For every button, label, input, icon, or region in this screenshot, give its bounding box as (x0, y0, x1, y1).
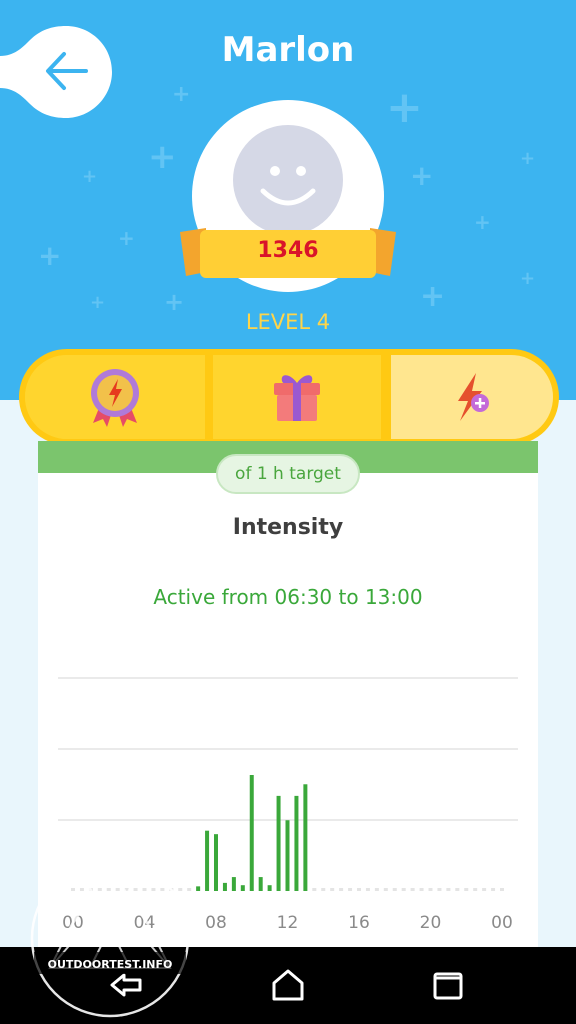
nav-home-icon (272, 969, 304, 1001)
baseline-dot (455, 888, 460, 891)
nav-home-button[interactable] (268, 965, 308, 1005)
intensity-bar-12 (303, 784, 308, 891)
baseline-dot (473, 888, 478, 891)
watermark-logo-icon: OUTDOORTEST.INFO (30, 858, 190, 1018)
baseline-dot (383, 888, 388, 891)
decor-plus-icon: + (38, 239, 62, 272)
decor-plus-icon: + (474, 210, 491, 234)
baseline-dot (330, 888, 335, 891)
baseline-dot (339, 888, 344, 891)
baseline-dot (482, 888, 487, 891)
baseline-dot (401, 888, 406, 891)
baseline-dot (357, 888, 361, 891)
intensity-bar-10 (285, 820, 290, 891)
intensity-bar-1 (205, 830, 210, 891)
x-tick-label: 16 (348, 913, 370, 933)
decor-plus-icon: + (410, 159, 434, 192)
baseline-dot (410, 888, 415, 891)
nav-recents-button[interactable] (428, 965, 468, 1005)
baseline-dot (348, 888, 353, 891)
decor-plus-icon: + (386, 82, 423, 133)
target-pill: of 1 h target (216, 454, 360, 494)
intensity-bar-3 (222, 882, 227, 891)
profile-name: Marlon (221, 30, 355, 70)
intensity-bar-5 (240, 885, 245, 891)
decor-plus-icon: + (172, 82, 191, 107)
decor-plus-icon: + (520, 148, 536, 169)
gift-icon (274, 375, 320, 421)
intensity-bar-0 (196, 886, 201, 891)
baseline-dot (321, 888, 326, 891)
tab-badges[interactable] (25, 355, 205, 439)
decor-plus-icon: + (520, 268, 536, 289)
intensity-bar-2 (214, 834, 218, 891)
level-label: LEVEL 4 (245, 310, 331, 334)
badge-lightning-icon (91, 369, 139, 427)
baseline-dot (365, 888, 370, 891)
baseline-dot (428, 888, 433, 891)
intensity-bar-9 (276, 795, 281, 891)
x-tick-label: 12 (277, 913, 299, 933)
watermark-text: OUTDOORTEST.INFO (48, 958, 173, 971)
score-ribbon: 1346 (180, 226, 396, 282)
card-title: Intensity (232, 515, 344, 540)
intensity-bar-7 (258, 877, 263, 891)
baseline-dot (464, 888, 469, 891)
baseline-dot (419, 888, 424, 891)
x-tick-label: 20 (420, 913, 442, 933)
smiley-face-icon (233, 125, 343, 235)
x-tick-label: 00 (491, 913, 513, 933)
decor-plus-icon: + (148, 137, 177, 177)
decor-plus-icon: + (82, 166, 98, 187)
decor-plus-icon: + (118, 226, 135, 250)
intensity-bar-11 (294, 795, 299, 891)
baseline-dot (491, 888, 496, 891)
nav-recents-icon (433, 972, 463, 1000)
score-value: 1346 (257, 238, 319, 263)
x-tick-label: 08 (205, 913, 227, 933)
tab-bar (19, 349, 559, 445)
baseline-dot (446, 888, 451, 891)
lightning-plus-icon (458, 373, 489, 421)
watermark-logo: OUTDOORTEST.INFO (30, 858, 190, 1018)
baseline-dot (500, 888, 504, 891)
intensity-bar-4 (231, 877, 236, 891)
baseline-dot (374, 888, 379, 891)
baseline-dot (392, 888, 397, 891)
intensity-bar-6 (249, 775, 254, 891)
tab-boost[interactable] (391, 355, 553, 439)
intensity-bar-8 (267, 885, 272, 891)
baseline-dot (437, 888, 442, 891)
tab-rewards[interactable] (213, 355, 381, 439)
baseline-dot (312, 888, 317, 891)
decor-plus-icon: + (420, 279, 446, 314)
active-range-text: Active from 06:30 to 13:00 (153, 585, 423, 609)
